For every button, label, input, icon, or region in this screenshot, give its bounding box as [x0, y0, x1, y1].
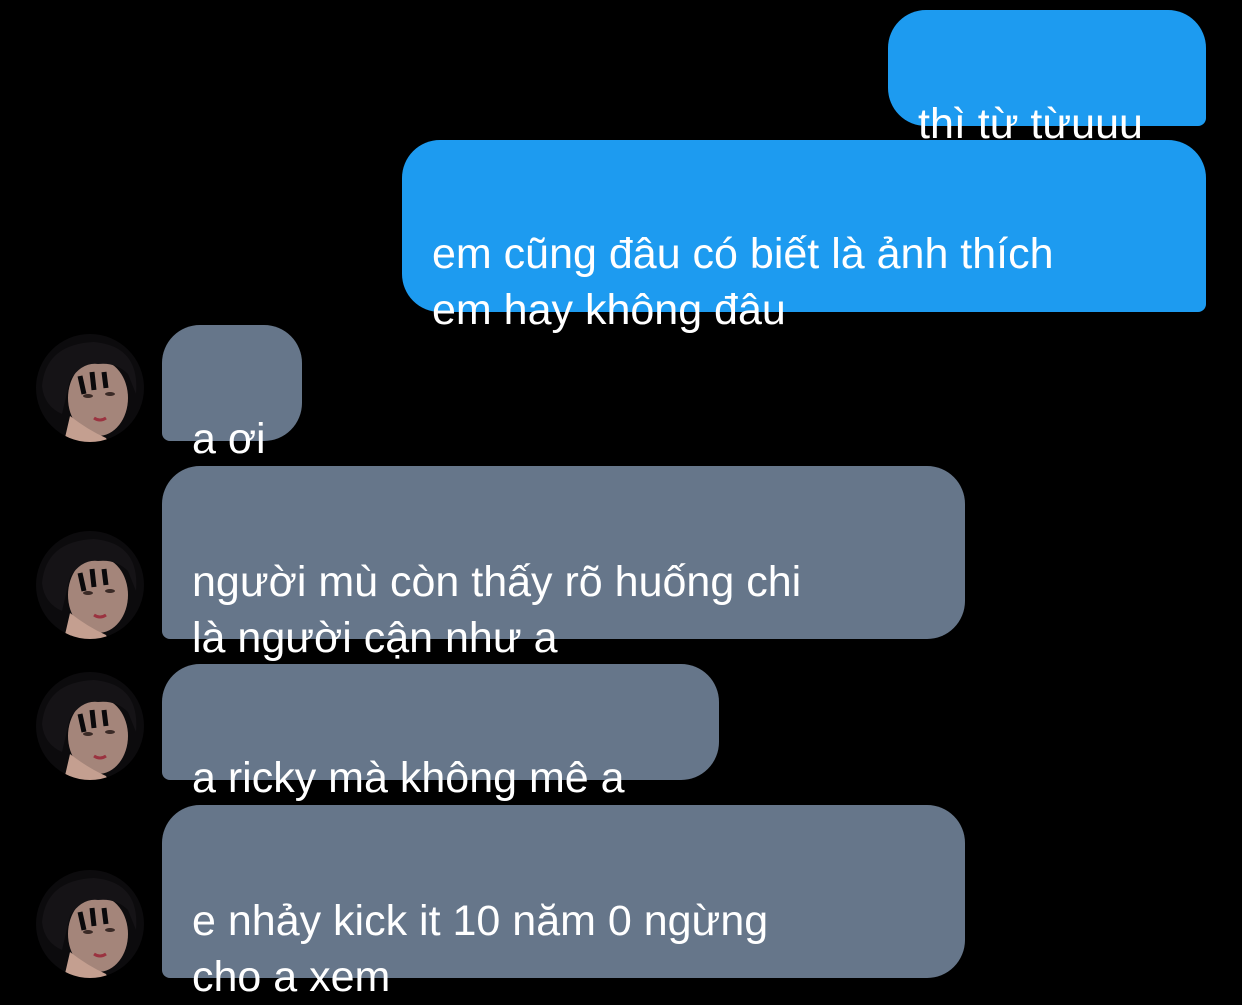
message-bubble-sent[interactable]: em cũng đâu có biết là ảnh thích em hay … [402, 140, 1206, 334]
avatar[interactable] [36, 334, 144, 442]
message-text: a ricky mà không mê a [192, 754, 625, 802]
message-bubble-sent[interactable]: thì từ từuuu [888, 10, 1206, 148]
message-text: e nhảy kick it 10 năm 0 ngừng cho a xem [192, 897, 769, 1001]
avatar[interactable] [36, 531, 144, 639]
user-avatar-icon [36, 531, 144, 639]
avatar[interactable] [36, 870, 144, 978]
message-bubble-received[interactable]: a ơi [162, 325, 302, 463]
user-avatar-icon [36, 672, 144, 780]
user-avatar-icon [36, 870, 144, 978]
avatar[interactable] [36, 672, 144, 780]
message-text: người mù còn thấy rõ huống chi là người … [192, 558, 802, 662]
message-text: em cũng đâu có biết là ảnh thích em hay … [432, 230, 1054, 334]
message-bubble-received[interactable]: a ricky mà không mê a [162, 664, 719, 802]
message-bubble-received[interactable]: e nhảy kick it 10 năm 0 ngừng cho a xem [162, 805, 965, 1001]
user-avatar-icon [36, 334, 144, 442]
message-bubble-received[interactable]: người mù còn thấy rõ huống chi là người … [162, 466, 965, 662]
message-text: a ơi [192, 415, 266, 463]
